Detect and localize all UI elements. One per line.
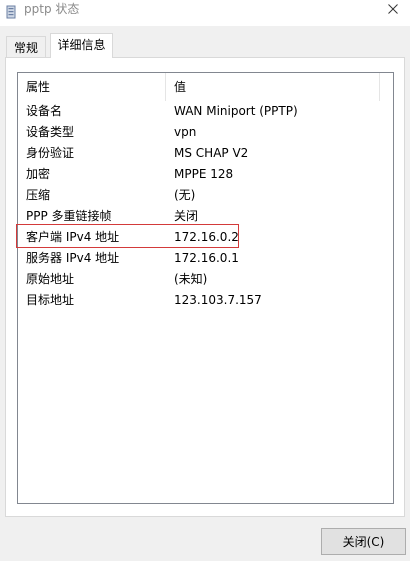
property-cell: 服务器 IPv4 地址 bbox=[26, 251, 120, 265]
table-row[interactable]: 原始地址 (未知) bbox=[18, 269, 393, 290]
value-cell: WAN Miniport (PPTP) bbox=[174, 104, 298, 118]
value-cell: vpn bbox=[174, 125, 197, 139]
table-row[interactable]: 加密 MPPE 128 bbox=[18, 164, 393, 185]
status-dialog: pptp 状态 常规 详细信息 属性 值 设备名 WAN Miniport (P… bbox=[0, 0, 410, 561]
property-cell: 设备类型 bbox=[26, 125, 75, 139]
close-button[interactable]: 关闭(C) bbox=[321, 528, 406, 555]
value-cell: 172.16.0.1 bbox=[174, 251, 239, 265]
close-icon[interactable] bbox=[376, 0, 410, 18]
network-connection-icon bbox=[6, 5, 16, 19]
value-cell: MPPE 128 bbox=[174, 167, 234, 181]
property-cell: 原始地址 bbox=[26, 272, 75, 286]
table-row[interactable]: 设备名 WAN Miniport (PPTP) bbox=[18, 101, 393, 122]
tab-details[interactable]: 详细信息 bbox=[50, 33, 113, 58]
property-cell: 压缩 bbox=[26, 188, 51, 202]
title-bar: pptp 状态 bbox=[0, 0, 410, 26]
window-title: pptp 状态 bbox=[24, 2, 80, 16]
column-header-value[interactable]: 值 bbox=[166, 73, 380, 101]
property-cell: 身份验证 bbox=[26, 146, 75, 160]
table-row[interactable]: 服务器 IPv4 地址 172.16.0.1 bbox=[18, 248, 393, 269]
listview-header: 属性 值 bbox=[18, 73, 393, 101]
property-cell: 设备名 bbox=[26, 104, 63, 118]
value-cell: (未知) bbox=[174, 272, 208, 286]
table-row[interactable]: 压缩 (无) bbox=[18, 185, 393, 206]
value-cell: (无) bbox=[174, 188, 196, 202]
table-row[interactable]: 身份验证 MS CHAP V2 bbox=[18, 143, 393, 164]
property-cell: 目标地址 bbox=[26, 293, 75, 307]
column-header-property[interactable]: 属性 bbox=[18, 73, 166, 101]
property-cell: 加密 bbox=[26, 167, 51, 181]
value-cell: 123.103.7.157 bbox=[174, 293, 262, 307]
table-row[interactable]: 目标地址 123.103.7.157 bbox=[18, 290, 393, 311]
details-panel: 属性 值 设备名 WAN Miniport (PPTP) 设备类型 vpn 身份… bbox=[5, 57, 405, 517]
tab-general[interactable]: 常规 bbox=[6, 36, 46, 58]
value-cell: MS CHAP V2 bbox=[174, 146, 249, 160]
table-row[interactable]: 设备类型 vpn bbox=[18, 122, 393, 143]
highlight-annotation bbox=[16, 224, 239, 248]
details-listview[interactable]: 属性 值 设备名 WAN Miniport (PPTP) 设备类型 vpn 身份… bbox=[17, 72, 394, 504]
